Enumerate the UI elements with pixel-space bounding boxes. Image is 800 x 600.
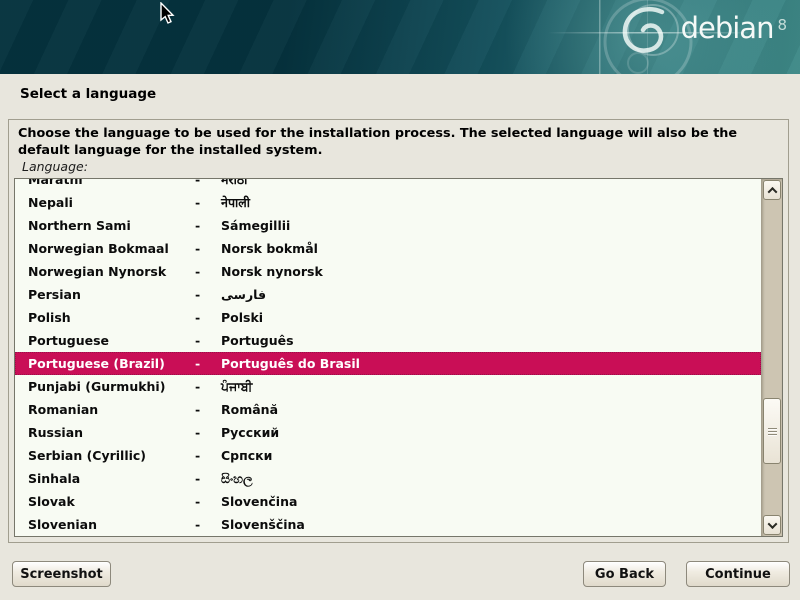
page-title: Select a language bbox=[20, 86, 156, 102]
language-name: Marathi bbox=[28, 178, 195, 187]
chevron-up-icon bbox=[767, 186, 777, 196]
separator-dash: - bbox=[195, 241, 221, 256]
language-native-name: नेपाली bbox=[221, 194, 760, 211]
separator-dash: - bbox=[195, 379, 221, 394]
separator-dash: - bbox=[195, 448, 221, 463]
language-list-row[interactable]: Punjabi (Gurmukhi) - ਪੰਜਾਬੀ bbox=[15, 375, 761, 398]
separator-dash: - bbox=[195, 494, 221, 509]
separator-dash: - bbox=[195, 471, 221, 486]
language-native-name: فارسی bbox=[221, 287, 760, 302]
scroll-down-button[interactable] bbox=[763, 515, 781, 535]
thumb-grip bbox=[768, 434, 777, 435]
language-name: Portuguese (Brazil) bbox=[28, 356, 195, 371]
separator-dash: - bbox=[195, 310, 221, 325]
separator-dash: - bbox=[195, 178, 221, 187]
language-name: Norwegian Nynorsk bbox=[28, 264, 195, 279]
separator-dash: - bbox=[195, 425, 221, 440]
language-name: Sinhala bbox=[28, 471, 195, 486]
continue-button[interactable]: Continue bbox=[686, 561, 790, 587]
separator-dash: - bbox=[195, 356, 221, 371]
language-native-name: Русский bbox=[221, 425, 760, 440]
mouse-cursor-icon bbox=[160, 2, 176, 26]
language-native-name: मराठी bbox=[221, 178, 760, 188]
thumb-grip bbox=[768, 431, 777, 432]
language-native-name: Română bbox=[221, 402, 760, 417]
language-name: Norwegian Bokmaal bbox=[28, 241, 195, 256]
scrollbar-thumb[interactable] bbox=[763, 398, 781, 464]
language-native-name: Српски bbox=[221, 448, 760, 463]
scrollbar[interactable] bbox=[761, 179, 782, 536]
separator-dash: - bbox=[195, 517, 221, 532]
language-name: Slovenian bbox=[28, 517, 195, 532]
language-native-name: Polski bbox=[221, 310, 760, 325]
language-name: Slovak bbox=[28, 494, 195, 509]
screenshot-button[interactable]: Screenshot bbox=[12, 561, 111, 587]
language-list-row[interactable]: Norwegian Nynorsk - Norsk nynorsk bbox=[15, 260, 761, 283]
language-list-row[interactable]: Persian - فارسی bbox=[15, 283, 761, 306]
language-native-name: Slovenščina bbox=[221, 517, 760, 532]
language-name: Portuguese bbox=[28, 333, 195, 348]
language-native-name: Norsk nynorsk bbox=[221, 264, 760, 279]
language-name: Persian bbox=[28, 287, 195, 302]
go-back-button[interactable]: Go Back bbox=[583, 561, 666, 587]
language-list-row[interactable]: Marathi - मराठी bbox=[15, 178, 761, 191]
language-list[interactable]: Marathi - मराठी Nepali - नेपाली Northern… bbox=[14, 178, 783, 537]
language-list-row[interactable]: Romanian - Română bbox=[15, 398, 761, 421]
language-native-name: ਪੰਜਾਬੀ bbox=[221, 379, 760, 395]
language-list-row[interactable]: Norwegian Bokmaal - Norsk bokmål bbox=[15, 237, 761, 260]
language-name: Serbian (Cyrillic) bbox=[28, 448, 195, 463]
language-native-name: සිංහල bbox=[221, 471, 760, 487]
separator-dash: - bbox=[195, 287, 221, 302]
chevron-down-icon bbox=[767, 519, 777, 529]
language-native-name: Sámegillii bbox=[221, 218, 760, 233]
language-name: Punjabi (Gurmukhi) bbox=[28, 379, 195, 394]
separator-dash: - bbox=[195, 264, 221, 279]
language-native-name: Português bbox=[221, 333, 760, 348]
debian-version: 8 bbox=[777, 18, 787, 33]
language-list-row[interactable]: Russian - Русский bbox=[15, 421, 761, 444]
language-list-row[interactable]: Sinhala - සිංහල bbox=[15, 467, 761, 490]
language-name: Northern Sami bbox=[28, 218, 195, 233]
separator-dash: - bbox=[195, 195, 221, 210]
language-list-row[interactable]: Portuguese (Brazil) - Português do Brasi… bbox=[15, 352, 761, 375]
language-list-row[interactable]: Polish - Polski bbox=[15, 306, 761, 329]
debian-logo: debian 8 bbox=[681, 12, 787, 44]
language-list-row[interactable]: Serbian (Cyrillic) - Српски bbox=[15, 444, 761, 467]
language-list-row[interactable]: Portuguese - Português bbox=[15, 329, 761, 352]
language-list-row[interactable]: Nepali - नेपाली bbox=[15, 191, 761, 214]
language-name: Russian bbox=[28, 425, 195, 440]
language-list-rows: Marathi - मराठी Nepali - नेपाली Northern… bbox=[15, 178, 761, 536]
language-name: Nepali bbox=[28, 195, 195, 210]
debian-logo-text: debian bbox=[681, 12, 774, 44]
language-native-name: Norsk bokmål bbox=[221, 241, 760, 256]
language-list-row[interactable]: Slovak - Slovenčina bbox=[15, 490, 761, 513]
installer-banner: debian 8 bbox=[0, 0, 800, 74]
separator-dash: - bbox=[195, 333, 221, 348]
instructions-text: Choose the language to be used for the i… bbox=[18, 125, 782, 159]
language-list-row[interactable]: Slovenian - Slovenščina bbox=[15, 513, 761, 536]
content-frame: Choose the language to be used for the i… bbox=[8, 119, 789, 543]
separator-dash: - bbox=[195, 218, 221, 233]
thumb-grip bbox=[768, 428, 777, 429]
language-native-name: Slovenčina bbox=[221, 494, 760, 509]
language-native-name: Português do Brasil bbox=[221, 356, 760, 371]
language-name: Romanian bbox=[28, 402, 195, 417]
separator-dash: - bbox=[195, 402, 221, 417]
language-label: Language: bbox=[22, 159, 88, 174]
language-list-row[interactable]: Northern Sami - Sámegillii bbox=[15, 214, 761, 237]
language-name: Polish bbox=[28, 310, 195, 325]
scroll-up-button[interactable] bbox=[763, 180, 781, 200]
